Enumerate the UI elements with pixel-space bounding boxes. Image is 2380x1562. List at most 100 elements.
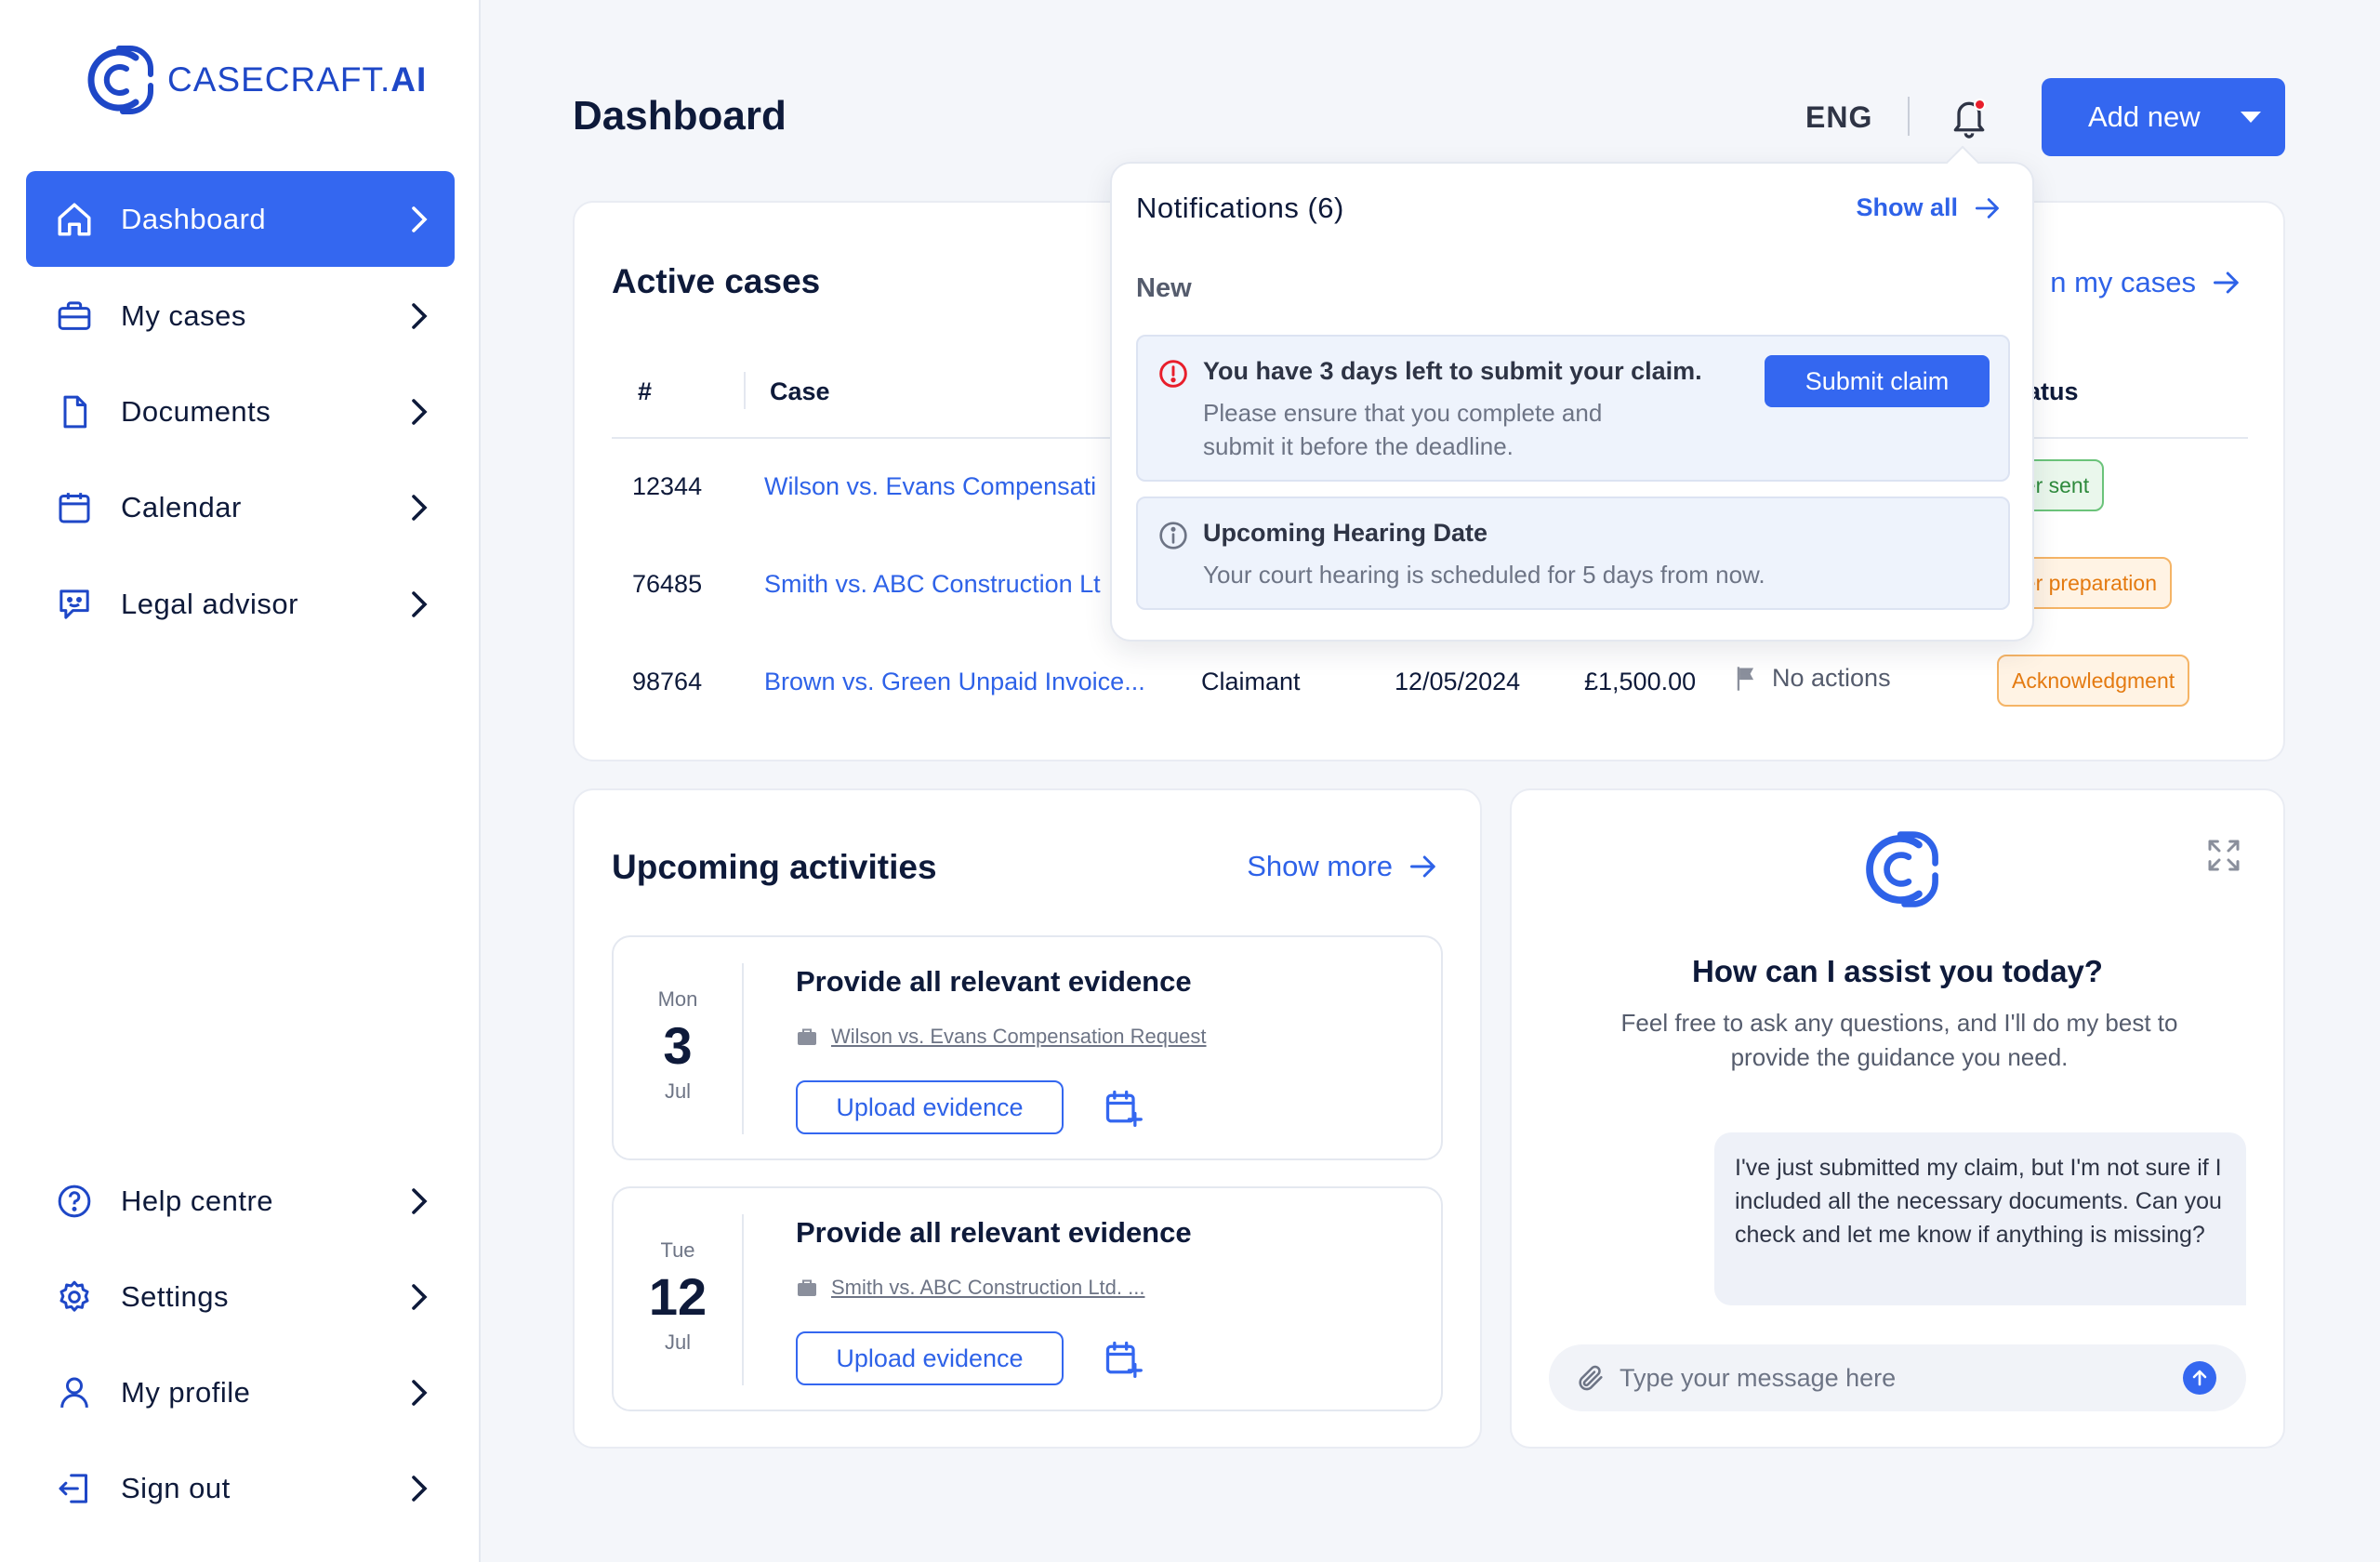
- sidebar-item-label: My cases: [121, 298, 246, 332]
- activity-day: 3: [663, 1016, 693, 1075]
- activity-day: 12: [648, 1267, 707, 1326]
- sidebar-item-dashboard[interactable]: Dashboard: [26, 171, 455, 267]
- assistant-subtext-line: Feel free to ask any questions, and I'll…: [1620, 1009, 2178, 1037]
- chevron-right-icon: [401, 494, 438, 522]
- notification-text: Please ensure that you complete and subm…: [1203, 396, 1602, 463]
- add-to-calendar-icon[interactable]: [1103, 1339, 1144, 1380]
- document-icon: [54, 391, 95, 432]
- case-amount: £1,500.00: [1584, 668, 1697, 695]
- flag-icon: [1737, 666, 1754, 691]
- chevron-right-icon: [401, 1379, 438, 1407]
- sidebar-item-calendar[interactable]: Calendar: [26, 459, 455, 555]
- sidebar-item-help-centre[interactable]: Help centre: [26, 1153, 455, 1249]
- brand-name: CASECRAFT.AI: [167, 60, 427, 99]
- notification-text-line: submit it before the deadline.: [1203, 432, 1514, 460]
- add-new-button[interactable]: Add new: [2042, 78, 2285, 156]
- table-row[interactable]: 98764 Brown vs. Green Unpaid Invoice... …: [575, 655, 2283, 710]
- legal-assistant-card: How can I assist you today? Feel free to…: [1510, 788, 2285, 1449]
- activity-case-label: Wilson vs. Evans Compensation Request: [831, 1025, 1207, 1048]
- case-id: 12344: [632, 472, 703, 500]
- popover-caret: [1945, 145, 1980, 180]
- case-date: 12/05/2024: [1395, 668, 1521, 695]
- case-role: Claimant: [1201, 668, 1301, 695]
- chevron-right-icon: [401, 590, 438, 618]
- notification-item-claim-deadline[interactable]: You have 3 days left to submit your clai…: [1136, 335, 2010, 482]
- chevron-right-icon: [401, 398, 438, 426]
- activity-weekday: Tue: [660, 1238, 695, 1262]
- assistant-heading: How can I assist you today?: [1692, 954, 2103, 988]
- calendar-icon: [54, 487, 95, 528]
- sidebar-item-label: Dashboard: [121, 202, 267, 235]
- briefcase-icon: [54, 296, 95, 337]
- help-icon: [54, 1181, 95, 1222]
- add-new-label: Add new: [2088, 100, 2201, 133]
- user-message-bubble: I've just submitted my claim, but I'm no…: [1714, 1132, 2246, 1305]
- activity-title: Provide all relevant evidence: [796, 1216, 1192, 1249]
- sidebar-item-legal-advisor[interactable]: Legal advisor: [26, 556, 455, 652]
- chevron-right-icon: [401, 1187, 438, 1215]
- message-input-bar: [1549, 1344, 2246, 1411]
- sidebar-item-sign-out[interactable]: Sign out: [26, 1440, 455, 1536]
- add-to-calendar-icon[interactable]: [1103, 1088, 1144, 1129]
- case-actions: No actions: [1733, 664, 1891, 693]
- expand-icon[interactable]: [2205, 837, 2242, 874]
- notifications-section-new: New: [1136, 273, 1192, 303]
- page-title: Dashboard: [573, 93, 787, 139]
- case-actions-label: No actions: [1772, 664, 1891, 692]
- case-link[interactable]: Smith vs. ABC Construction Lt: [764, 570, 1101, 599]
- chat-bot-icon: [54, 584, 95, 625]
- activity-date: Tue 12 Jul: [614, 1214, 744, 1385]
- show-more-link[interactable]: Show more: [1247, 850, 1437, 883]
- brand-name-suffix: AI: [390, 60, 428, 99]
- show-all-label: Show all: [1856, 193, 1958, 221]
- assistant-logo-icon: [1866, 831, 1938, 907]
- activity-month: Jul: [664, 1330, 692, 1354]
- sidebar-item-label: Legal advisor: [121, 587, 298, 620]
- message-input[interactable]: [1620, 1363, 2140, 1393]
- language-selector[interactable]: ENG: [1805, 100, 1872, 135]
- column-header-number: #: [638, 377, 653, 405]
- sidebar-item-label: Sign out: [121, 1471, 231, 1504]
- notifications-button[interactable]: [1949, 95, 1990, 139]
- caret-down-icon: [2241, 112, 2261, 123]
- submit-claim-button[interactable]: Submit claim: [1765, 355, 1990, 407]
- arrow-up-icon: [2192, 1370, 2207, 1386]
- paperclip-icon[interactable]: [1575, 1362, 1606, 1394]
- sidebar-item-settings[interactable]: Settings: [26, 1249, 455, 1344]
- brand-logo[interactable]: CASECRAFT.AI: [82, 43, 427, 117]
- notifications-title: Notifications (6): [1136, 192, 1344, 224]
- activity-case-link[interactable]: Smith vs. ABC Construction Ltd. ...: [796, 1276, 1144, 1300]
- user-icon: [54, 1372, 95, 1413]
- show-all-notifications-link[interactable]: Show all: [1856, 193, 2001, 222]
- chevron-right-icon: [401, 1283, 438, 1311]
- case-link[interactable]: Wilson vs. Evans Compensati: [764, 472, 1096, 501]
- sidebar-item-label: Settings: [121, 1279, 230, 1313]
- gear-icon: [54, 1277, 95, 1317]
- sidebar-item-label: Calendar: [121, 490, 242, 523]
- upload-evidence-button[interactable]: Upload evidence: [796, 1331, 1064, 1385]
- send-button[interactable]: [2183, 1361, 2216, 1395]
- upload-evidence-button[interactable]: Upload evidence: [796, 1080, 1064, 1134]
- activity-case-link[interactable]: Wilson vs. Evans Compensation Request: [796, 1025, 1207, 1049]
- notification-item-hearing-date[interactable]: Upcoming Hearing Date Your court hearing…: [1136, 496, 2010, 610]
- assistant-subtext: Feel free to ask any questions, and I'll…: [1577, 1006, 2222, 1075]
- arrow-right-icon: [1410, 855, 1435, 878]
- notification-title: Upcoming Hearing Date: [1203, 519, 1488, 547]
- activity-date: Mon 3 Jul: [614, 963, 744, 1134]
- sidebar-item-my-cases[interactable]: My cases: [26, 268, 455, 364]
- sign-out-icon: [54, 1468, 95, 1509]
- arrow-right-icon: [1975, 197, 1999, 218]
- sidebar-item-my-profile[interactable]: My profile: [26, 1344, 455, 1440]
- casecraft-logo-icon: [87, 46, 153, 114]
- upcoming-activities-title: Upcoming activities: [612, 848, 937, 886]
- sidebar-item-documents[interactable]: Documents: [26, 364, 455, 459]
- status-badge: Acknowledgment: [1997, 655, 2190, 707]
- alert-circle-icon: [1159, 360, 1187, 388]
- column-header-status: atus: [2027, 377, 2079, 405]
- view-all-cases-link[interactable]: n my cases: [2050, 266, 2241, 299]
- column-header-case: Case: [770, 377, 830, 405]
- view-all-cases-label: n my cases: [2050, 266, 2196, 298]
- case-link[interactable]: Brown vs. Green Unpaid Invoice...: [764, 668, 1145, 696]
- sidebar-item-label: Documents: [121, 394, 271, 428]
- activity-weekday: Mon: [657, 987, 698, 1011]
